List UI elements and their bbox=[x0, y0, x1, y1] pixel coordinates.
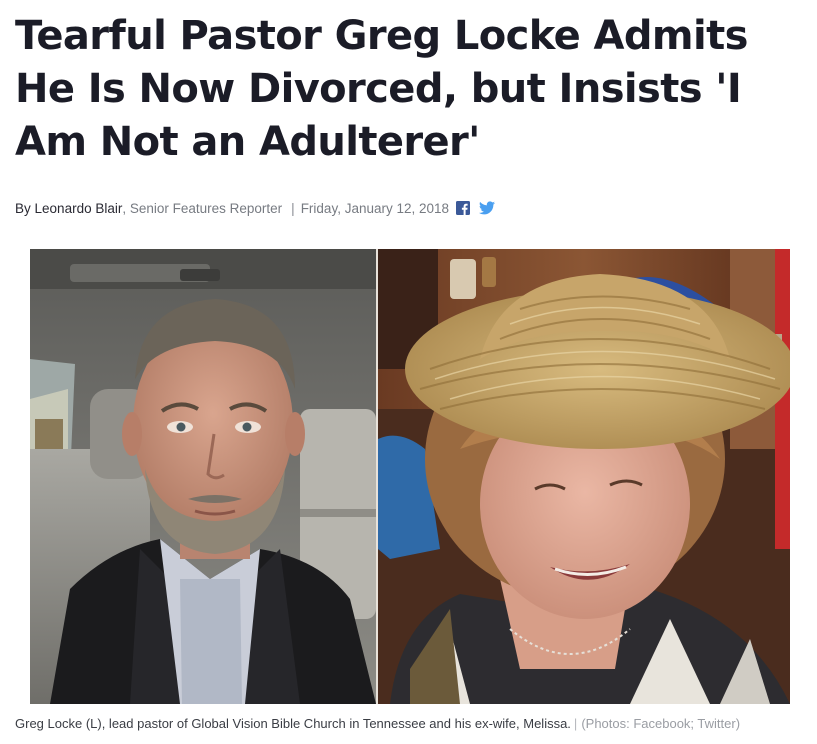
byline-prefix: By bbox=[15, 200, 31, 216]
article-photo: SM bbox=[30, 249, 790, 704]
share-buttons bbox=[456, 201, 496, 215]
author-link[interactable]: Leonardo Blair bbox=[35, 201, 123, 216]
right-photo: SM bbox=[378, 249, 790, 704]
publish-date: Friday, January 12, 2018 bbox=[300, 200, 450, 216]
caption-text: Greg Locke (L), lead pastor of Global Vi… bbox=[15, 716, 571, 731]
byline: By Leonardo Blair, Senior Features Repor… bbox=[15, 199, 496, 217]
photo-composite: SM bbox=[30, 249, 790, 704]
twitter-icon[interactable] bbox=[479, 201, 496, 215]
article-headline: Tearful Pastor Greg Locke Admits He Is N… bbox=[15, 13, 748, 165]
photo-credit: (Photos: Facebook; Twitter) bbox=[581, 716, 741, 731]
byline-separator: | bbox=[291, 200, 295, 216]
facebook-icon[interactable] bbox=[456, 201, 471, 215]
photo-caption: Greg Locke (L), lead pastor of Global Vi… bbox=[15, 716, 740, 731]
caption-separator: | bbox=[573, 716, 578, 731]
left-photo bbox=[30, 249, 376, 704]
author-role: , Senior Features Reporter bbox=[122, 200, 283, 216]
